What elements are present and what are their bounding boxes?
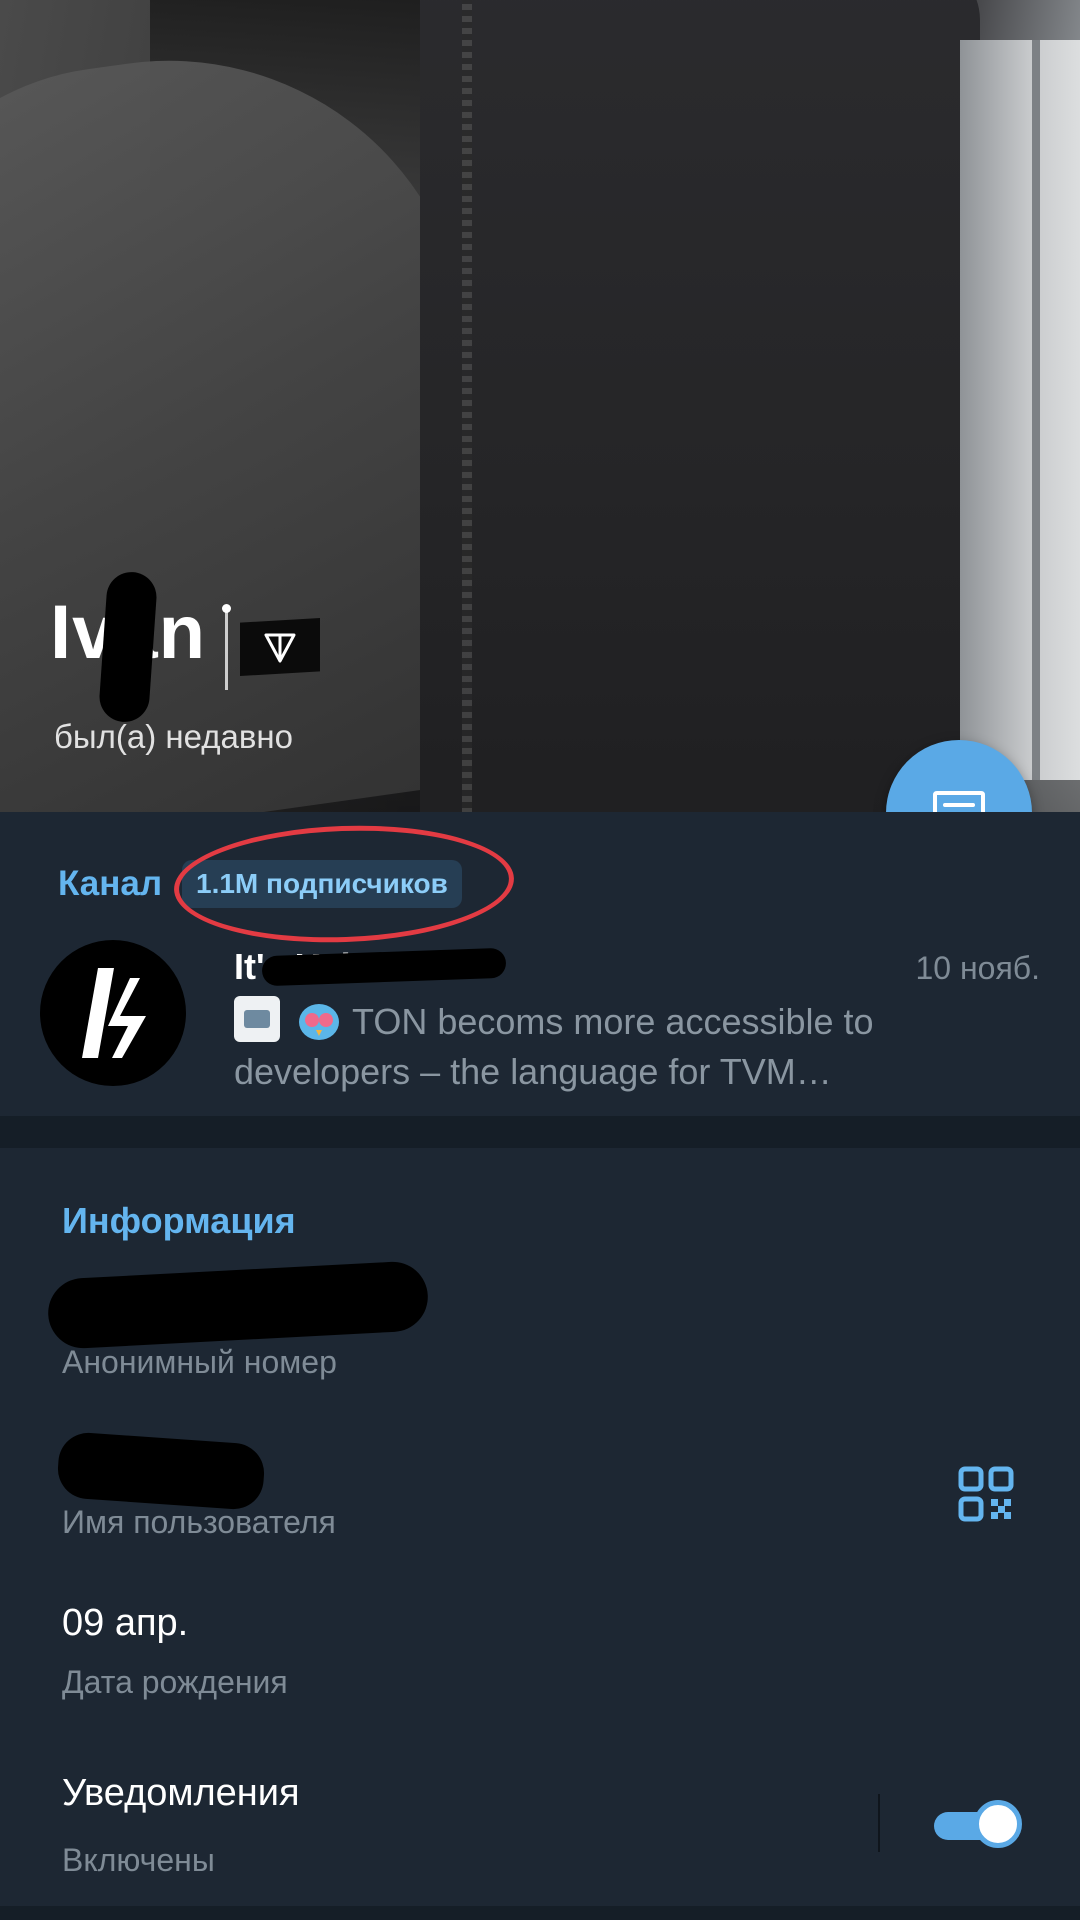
username-label: Имя пользователя: [62, 1504, 336, 1540]
toggle-knob: [974, 1800, 1022, 1848]
photo-zipper: [462, 0, 472, 812]
birthday-value[interactable]: 09 апр.: [62, 1602, 188, 1645]
channel-label: Канал: [58, 864, 163, 903]
toggle-divider: [878, 1794, 880, 1852]
redacted-username[interactable]: [55, 1430, 267, 1512]
flag-badge-icon[interactable]: [240, 618, 320, 676]
post-thumbnail: [234, 996, 280, 1042]
photo-window-frame: [1032, 40, 1040, 780]
section-separator: [0, 1116, 1080, 1148]
channel-post-date: 10 нояб.: [915, 950, 1041, 986]
qr-code-icon[interactable]: [958, 1466, 1014, 1522]
birthday-label: Дата рождения: [62, 1664, 288, 1700]
redacted-phone-number[interactable]: [46, 1260, 430, 1350]
bluebird-emoji-icon: [299, 1004, 339, 1040]
personal-channel-section: Канал 1.1M подписчиков It's Kabanov 10 н…: [0, 812, 1080, 1116]
channel-avatar[interactable]: [40, 940, 186, 1086]
notifications-title[interactable]: Уведомления: [62, 1772, 300, 1815]
channel-logo-icon: [82, 968, 146, 1058]
redaction-scribble: [97, 570, 159, 724]
ton-icon: [264, 633, 296, 663]
profile-photo[interactable]: Ivan был(а) недавно: [0, 0, 1080, 812]
photo-window: [960, 40, 1080, 780]
annotation-circle: [172, 820, 516, 948]
notifications-toggle[interactable]: [934, 1800, 1024, 1850]
last-seen-status: был(а) недавно: [54, 718, 293, 755]
notifications-status: Включены: [62, 1842, 215, 1878]
name-divider: [222, 604, 231, 690]
profile-screen: Ivan был(а) недавно Канал 1.1M подписчик…: [0, 0, 1080, 1920]
phone-label: Анонимный номер: [62, 1344, 337, 1380]
info-heading: Информация: [62, 1200, 296, 1241]
channel-post-preview[interactable]: TON becoms more accessible to developers…: [234, 996, 1034, 1097]
photo-jacket-region: [420, 0, 980, 812]
bottom-edge: [0, 1906, 1080, 1920]
info-section: Информация Анонимный номер Имя пользоват…: [0, 1148, 1080, 1920]
